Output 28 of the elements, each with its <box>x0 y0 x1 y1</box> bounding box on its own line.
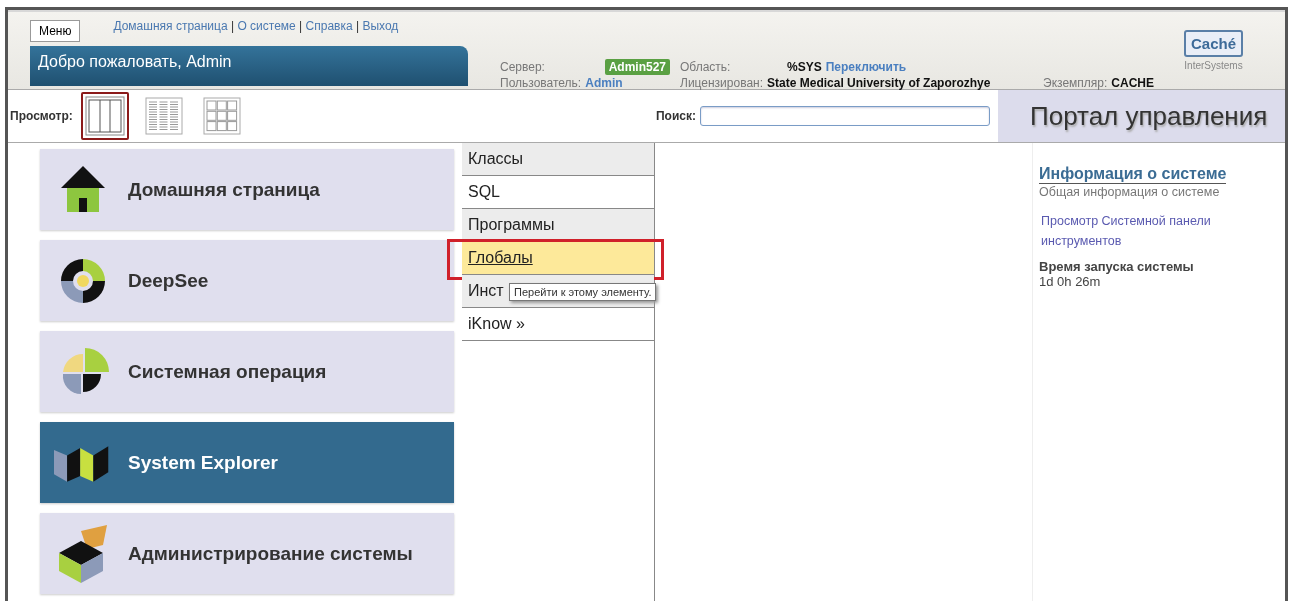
link-separator: | <box>356 19 360 33</box>
portal-title: Портал управления <box>998 90 1285 142</box>
namespace-label: Область: <box>680 60 732 74</box>
instance-value: CACHE <box>1111 76 1154 90</box>
panel-subtitle: Общая информация о системе <box>1039 185 1221 199</box>
tile-label: Администрирование системы <box>128 542 413 565</box>
link-separator: | <box>230 19 235 33</box>
view-label: Просмотр: <box>10 109 73 123</box>
search-label: Поиск: <box>656 109 696 123</box>
user-value: Admin <box>585 76 623 90</box>
uptime-value: 1d 0h 26m <box>1039 274 1102 289</box>
tile-label: DeepSee <box>128 269 209 292</box>
server-label: Сервер: <box>500 60 545 74</box>
license-label: Лицензирован: <box>680 76 764 90</box>
instance-label: Экземпляр: <box>1043 76 1108 90</box>
welcome-banner: Добро пожаловать, Admin <box>30 46 468 86</box>
license-value: State Medical University of Zaporozhye <box>767 76 991 90</box>
user-label: Пользователь: <box>500 76 582 90</box>
tile-label: Системная операция <box>128 360 327 383</box>
product-logo: Caché <box>1183 30 1243 57</box>
company-name: InterSystems <box>1184 60 1243 71</box>
link-separator: | <box>299 19 303 33</box>
tooltip: Перейти к этому элементу. <box>509 283 657 301</box>
uptime-label: Время запуска системы <box>1039 259 1195 274</box>
tile-label: Домашняя страница <box>128 178 320 201</box>
server-badge: Admin527 <box>604 59 670 75</box>
namespace-value: %SYS <box>787 60 822 74</box>
tile-label: System Explorer <box>128 451 278 474</box>
